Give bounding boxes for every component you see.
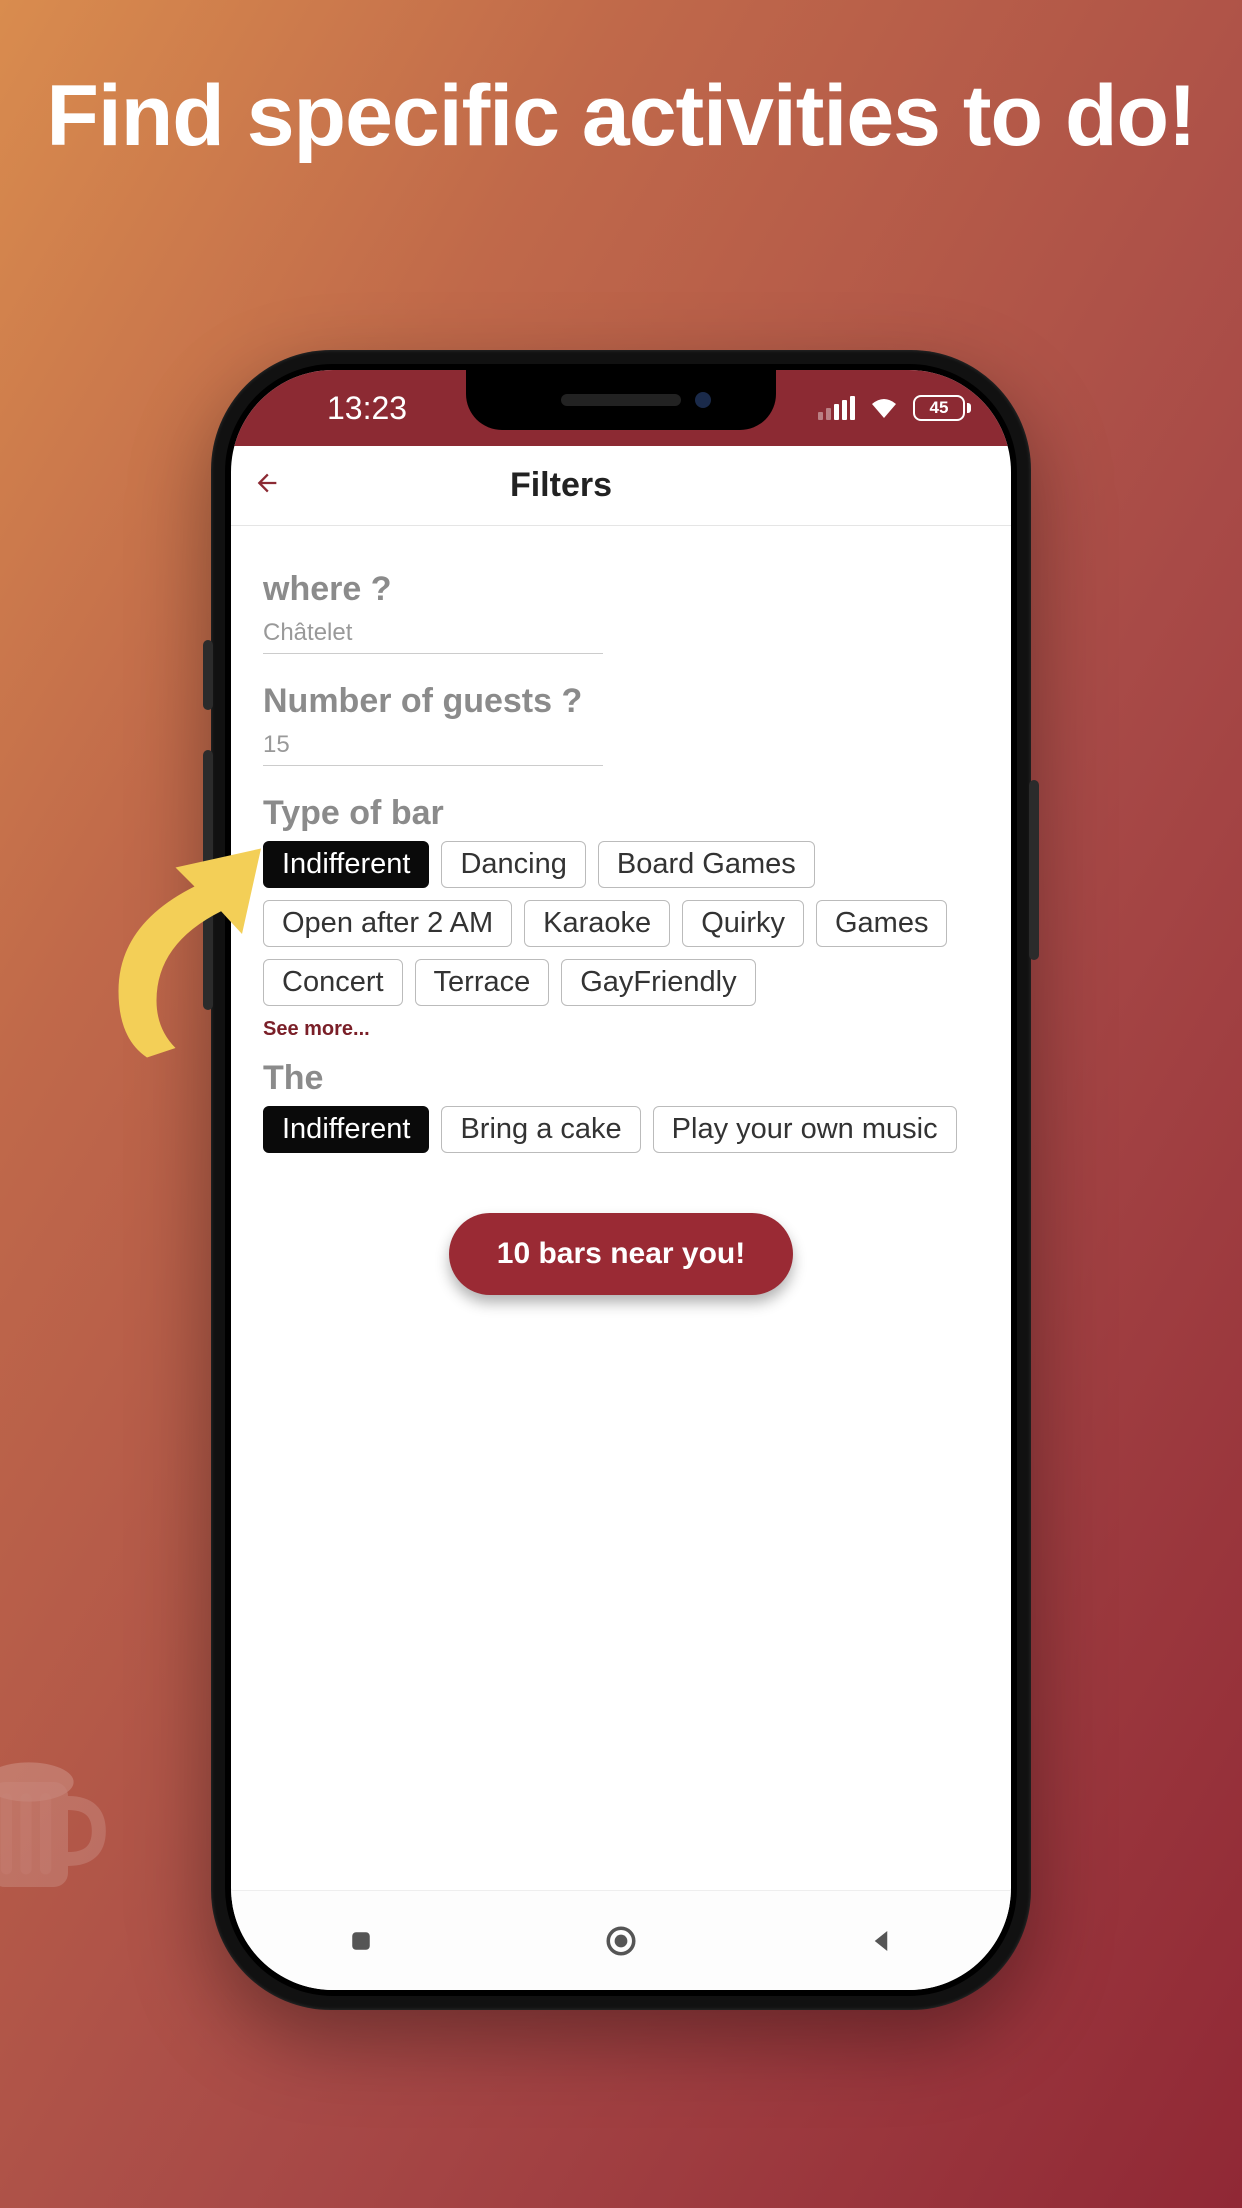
filter-chip[interactable]: Indifferent bbox=[263, 1106, 429, 1153]
battery-level: 45 bbox=[930, 398, 949, 418]
back-arrow-icon[interactable] bbox=[253, 469, 281, 502]
filter-chip[interactable]: Play your own music bbox=[653, 1106, 957, 1153]
filter-chip[interactable]: Concert bbox=[263, 959, 403, 1006]
android-nav-bar bbox=[231, 1890, 1011, 1990]
filter-chip[interactable]: GayFriendly bbox=[561, 959, 755, 1006]
the-label: The bbox=[263, 1059, 979, 1098]
results-cta-button[interactable]: 10 bars near you! bbox=[449, 1213, 793, 1295]
nav-recent-icon[interactable] bbox=[341, 1921, 381, 1961]
filter-chip[interactable]: Board Games bbox=[598, 841, 815, 888]
status-time: 13:23 bbox=[327, 390, 407, 427]
phone-power-button bbox=[1029, 780, 1039, 960]
filter-chip[interactable]: Bring a cake bbox=[441, 1106, 640, 1153]
where-label: where ? bbox=[263, 570, 979, 609]
where-input[interactable] bbox=[263, 615, 603, 654]
beer-mug-decor bbox=[0, 1740, 110, 1908]
phone-frame: 13:23 45 bbox=[211, 350, 1031, 2010]
app-header: Filters bbox=[231, 446, 1011, 526]
nav-home-icon[interactable] bbox=[601, 1921, 641, 1961]
filters-content: where ? Number of guests ? Type of bar I… bbox=[231, 526, 1011, 1295]
type-of-bar-label: Type of bar bbox=[263, 794, 979, 833]
type-of-bar-chips: Indifferent Dancing Board Games Open after … bbox=[263, 841, 979, 1006]
highlight-arrow-icon bbox=[90, 820, 280, 1067]
filter-chip[interactable]: Games bbox=[816, 900, 947, 947]
nav-back-icon[interactable] bbox=[861, 1921, 901, 1961]
filter-chip[interactable]: Open after 2 AM bbox=[263, 900, 512, 947]
guests-label: Number of guests ? bbox=[263, 682, 979, 721]
page-title: Filters bbox=[231, 466, 951, 505]
filter-chip[interactable]: Terrace bbox=[415, 959, 550, 1006]
marketing-headline: Find specific activities to do! bbox=[0, 0, 1242, 163]
filter-chip[interactable]: Dancing bbox=[441, 841, 585, 888]
see-more-link[interactable]: See more... bbox=[263, 1018, 979, 1041]
phone-side-button bbox=[203, 640, 213, 710]
filter-chip[interactable]: Karaoke bbox=[524, 900, 670, 947]
wifi-icon bbox=[869, 396, 899, 420]
phone-notch bbox=[466, 370, 776, 430]
filter-chip[interactable]: Indifferent bbox=[263, 841, 429, 888]
the-chips: Indifferent Bring a cake Play your own mus… bbox=[263, 1106, 979, 1153]
battery-icon: 45 bbox=[913, 395, 971, 421]
signal-icon bbox=[818, 396, 855, 420]
guests-input[interactable] bbox=[263, 727, 603, 766]
filter-chip[interactable]: Quirky bbox=[682, 900, 804, 947]
